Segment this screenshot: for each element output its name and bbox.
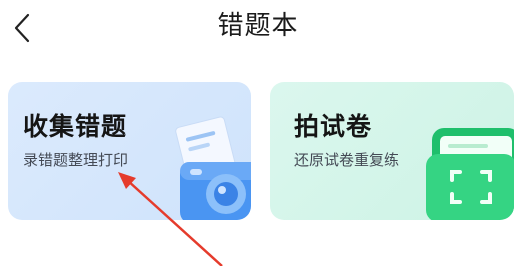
card-title: 拍试卷 bbox=[294, 112, 373, 141]
collect-mistakes-card[interactable]: 收集错题 录错题整理打印 bbox=[8, 82, 251, 220]
card-subtitle: 录错题整理打印 bbox=[23, 151, 129, 169]
scan-folder-icon bbox=[426, 128, 514, 220]
photo-exam-card[interactable]: 拍试卷 还原试卷重复练 bbox=[270, 82, 514, 220]
card-subtitle: 还原试卷重复练 bbox=[294, 151, 400, 169]
page-title: 错题本 bbox=[217, 11, 299, 41]
card-title: 收集错题 bbox=[23, 112, 128, 141]
camera-icon bbox=[175, 116, 251, 220]
